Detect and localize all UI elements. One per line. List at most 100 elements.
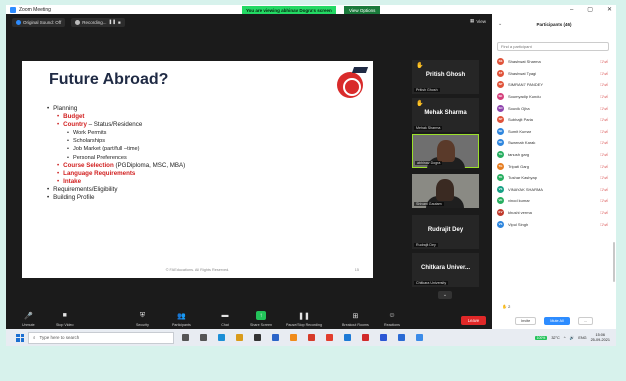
slide-bullet-text: Work Permits [72,130,107,137]
original-sound-label: Original Sound: Off [23,19,62,25]
taskbar-clock[interactable]: 15:06 25-09-2021 [591,333,610,342]
video-tile-abhinav[interactable]: abhinav Dogra [412,134,479,169]
slide-footer: © FAEducations. All Rights Reserved. [165,268,230,272]
taskbar-search-box[interactable]: ⌕ Type here to search [28,331,174,344]
more-options-button[interactable]: ... [577,317,593,325]
reactions-button[interactable]: ☺ Reactions [384,311,400,327]
taskbar-app-icon[interactable] [308,334,315,341]
view-button[interactable]: ▦ View [470,18,486,24]
close-button[interactable]: ✕ [607,6,612,13]
participant-row[interactable]: TK Tushar Kashyap 🎙̸ ▭̸ [497,172,611,184]
participant-name: Vipul Singh [508,221,529,227]
video-tile-chitkara[interactable]: Chitkara Univer... Chitkara University [412,253,479,287]
recording-icon [75,19,81,25]
graduation-cap-icon [351,67,369,73]
participant-row[interactable]: SK Swarnab Karak 🎙̸ ▭̸ [497,137,611,149]
avatar: SO [497,104,504,112]
slide-bullet-text: Intake [63,177,82,185]
avatar: SK [497,93,504,101]
windows-start-icon[interactable] [16,333,24,342]
slide-bullet: Language Requirements [47,170,185,178]
taskbar-app-icon[interactable] [398,334,405,341]
participant-search-input[interactable] [497,42,609,51]
participant-row[interactable]: SS Shashwat Sharma 🎙̸ ▭̸ [497,56,611,68]
slide-bullet-text: Planning [53,105,78,112]
share-screen-button[interactable]: ↑ Share Screen [250,311,272,327]
pause-icon[interactable]: ❚❚ [108,19,116,25]
stop-video-button[interactable]: ■ Stop Video [56,311,74,327]
video-tile-mehak[interactable]: ✋ Mehak Sharma Mehak Sharma [412,98,479,132]
video-tile-shivani[interactable]: Shivani Gautam [412,174,479,208]
participant-row[interactable]: SP SIMRAN7 PANDEY 🎙̸ ▭̸ [497,79,611,91]
invite-button[interactable]: Invite [515,317,537,325]
recording-chip[interactable]: Recording... ❚❚ ■ [71,17,125,27]
muted-mic-video-icon: 🎙̸ ▭̸ [600,198,608,204]
taskbar-app-icon[interactable] [326,334,333,341]
chevron-down-icon[interactable]: ⌄ [438,291,452,299]
taskbar-app-icon[interactable] [254,334,261,341]
participant-row[interactable]: VK vinod kumar 🎙̸ ▭̸ [497,195,611,207]
globe-logo-icon [337,72,363,98]
participant-row[interactable]: VS VINAYAK SHARMA 🎙̸ ▭̸ [497,184,611,196]
video-tile-pritish[interactable]: ✋ Pritish Ghosh Pritish Ghosh [412,60,479,94]
participant-row[interactable]: TG tanush garg 🎙̸ ▭̸ [497,149,611,161]
taskbar-app-icon[interactable] [236,334,243,341]
pause-recording-button[interactable]: ❚❚ Pause/Stop Recording [286,311,322,328]
taskbar-app-icon[interactable] [182,334,189,341]
participant-row[interactable]: SP Subhajit Paria 🎙̸ ▭̸ [497,114,611,126]
taskbar-app-icon[interactable] [416,334,423,341]
slide-bullet: Budget [47,113,185,121]
muted-mic-video-icon: 🎙̸ ▭̸ [600,152,608,158]
unmute-button[interactable]: 🎤 Unmute [22,311,35,328]
slide-bullet: Country – Status/Residence [47,121,185,129]
original-sound-chip[interactable]: Original Sound: Off [12,17,66,27]
stop-video-label: Stop Video [56,323,74,327]
chevron-up-icon[interactable]: ^ [564,336,566,340]
video-tile-rudrajit[interactable]: Rudrajit Dey Rudrajit Dey [412,215,479,249]
avatar: SK [497,139,504,147]
taskbar-app-icon[interactable] [362,334,369,341]
participant-row[interactable]: SK Sumit Kumar 🎙̸ ▭̸ [497,126,611,138]
taskbar-app-icon[interactable] [290,334,297,341]
taskbar-app-icon[interactable] [272,334,279,341]
taskbar-app-icon[interactable] [218,334,225,341]
slide-bullet-text: Building Profile [53,194,95,202]
speaker-icon[interactable]: 🔊 [570,335,575,340]
share-banner: You are viewing abhinav Dogra's screen [242,6,336,14]
taskbar-app-icon[interactable] [200,334,207,341]
stop-icon[interactable]: ■ [118,20,121,25]
minimize-button[interactable]: – [570,7,573,13]
taskbar-search-placeholder: Type here to search [39,335,80,340]
maximize-button[interactable]: ▢ [587,6,593,13]
security-button[interactable]: ⛨ Security [136,311,149,328]
avatar: SS [497,58,504,66]
weather-temperature[interactable]: 32°C [551,336,559,340]
language-indicator[interactable]: ENG [578,336,586,340]
breakout-rooms-button[interactable]: ⊞ Breakout Rooms [342,311,369,328]
chat-button[interactable]: ▬ Chat [220,311,230,327]
view-options-button[interactable]: View Options [344,6,381,14]
taskbar-app-icon[interactable] [344,334,351,341]
participant-row[interactable]: SO Souvik Ojha 🎙̸ ▭̸ [497,102,611,114]
participant-row[interactable]: SK Soumyadip Kundu 🎙̸ ▭̸ [497,91,611,103]
breakout-rooms-label: Breakout Rooms [342,323,369,327]
participant-row[interactable]: VS Vipul Singh 🎙̸ ▭̸ [497,218,611,230]
tile-label: abhinav Dogra [415,161,443,165]
participant-row[interactable]: TG Tripati Garg 🎙̸ ▭̸ [497,160,611,172]
pause-recording-label: Pause/Stop Recording [286,323,322,327]
participant-name: khushi verma [508,210,532,216]
taskbar-app-icon[interactable] [380,334,387,341]
participant-face [437,140,455,162]
mute-all-button[interactable]: Mute All [544,317,570,325]
leave-button[interactable]: Leave [461,316,486,325]
battery-indicator[interactable]: 100% [534,335,548,340]
participant-name: Soumyadip Kundu [508,94,541,100]
participant-row[interactable]: ST Shashwat Tyagi 🎙̸ ▭̸ [497,68,611,80]
avatar: VS [497,185,504,193]
panel-scrollbar[interactable] [613,242,615,282]
tile-label: Shivani Gautam [414,202,444,206]
video-camera-icon: ■ [62,312,67,319]
participants-button[interactable]: 👥 Participants [172,311,191,328]
participant-row[interactable]: KV khushi verma 🎙̸ ▭̸ [497,207,611,219]
participant-name: SIMRAN7 PANDEY [508,82,544,88]
